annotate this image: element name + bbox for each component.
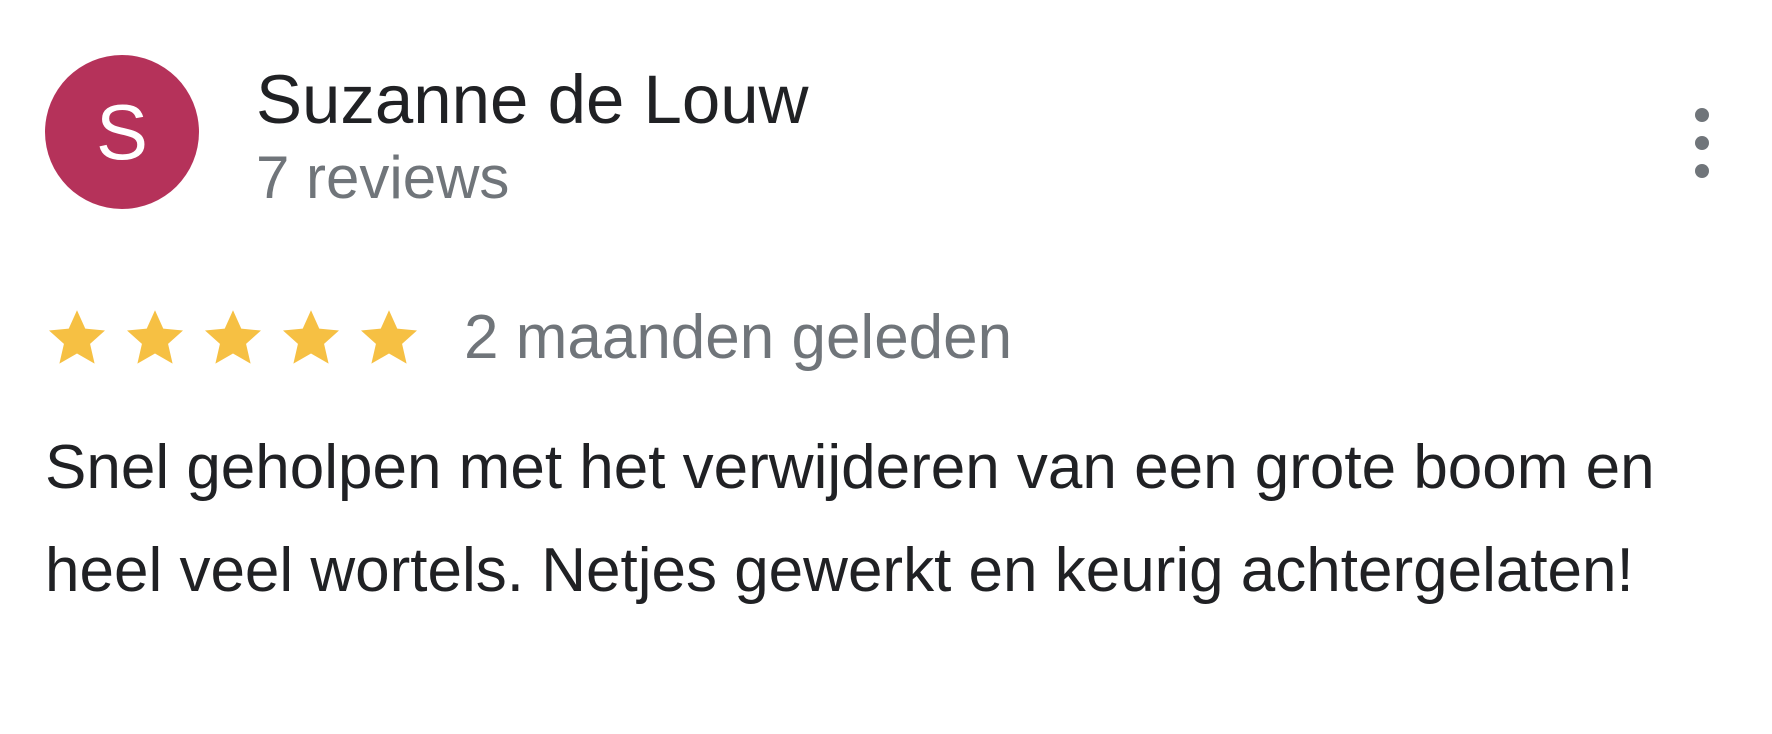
more-options-button[interactable] bbox=[1682, 108, 1722, 178]
star-icon bbox=[205, 310, 261, 364]
author-name[interactable]: Suzanne de Louw bbox=[256, 60, 808, 140]
author-review-count: 7 reviews bbox=[256, 144, 510, 211]
more-vert-icon-dot bbox=[1695, 108, 1709, 122]
avatar-initial: S bbox=[95, 88, 149, 176]
more-vert-icon-dot bbox=[1695, 164, 1709, 178]
star-icon bbox=[361, 310, 417, 364]
star-rating bbox=[45, 306, 421, 370]
star-icon bbox=[127, 310, 183, 364]
review-text: Snel geholpen met het verwijderen van ee… bbox=[45, 433, 1655, 605]
rating-row: 2 maanden geleden bbox=[45, 298, 1012, 378]
review-card: S Suzanne de Louw 7 reviews 2 maanden ge… bbox=[0, 0, 1772, 734]
more-vert-icon-dot bbox=[1695, 136, 1709, 150]
star-icon bbox=[49, 310, 105, 364]
avatar[interactable]: S bbox=[45, 55, 199, 209]
review-date: 2 maanden geleden bbox=[464, 303, 1013, 372]
star-icon bbox=[283, 310, 339, 364]
